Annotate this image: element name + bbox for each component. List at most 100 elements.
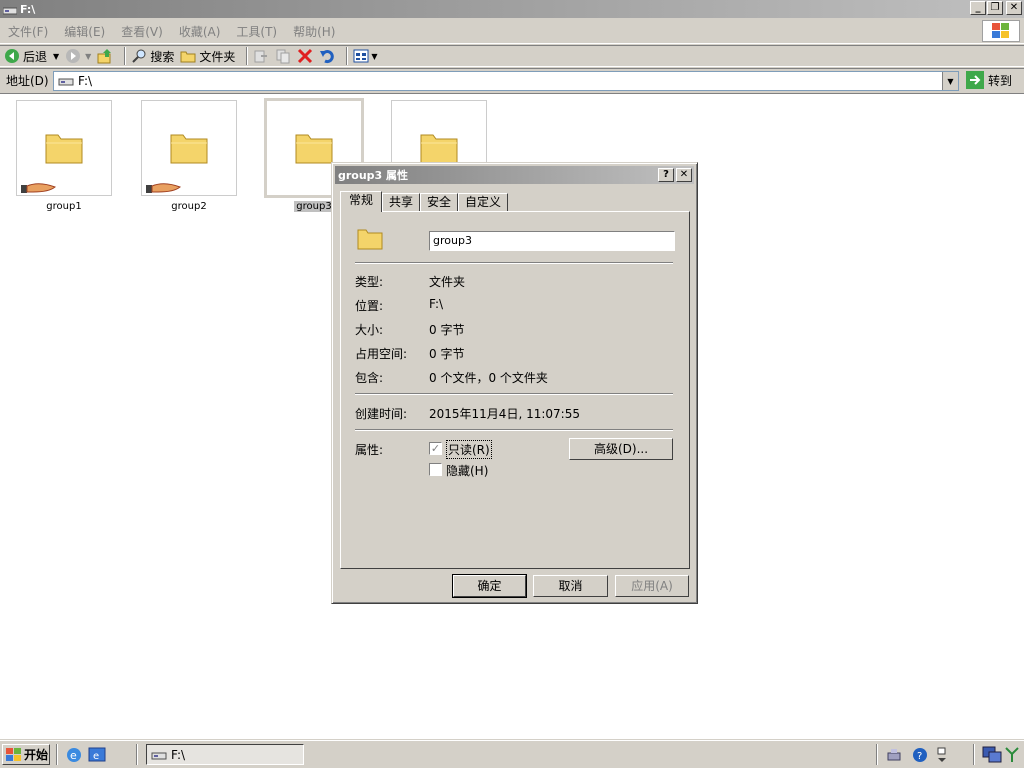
views-button[interactable]: ▼	[353, 48, 378, 64]
toolbar-separator	[246, 47, 249, 65]
dialog-close-button[interactable]: ✕	[676, 168, 692, 182]
ok-button[interactable]: 确定	[452, 574, 527, 598]
menu-view[interactable]: 查看(V)	[113, 23, 171, 40]
start-button[interactable]: 开始	[2, 744, 50, 765]
address-dropdown-button[interactable]: ▼	[942, 72, 958, 90]
created-value: 2015年11月4日, 11:07:55	[429, 407, 580, 421]
back-button[interactable]: 后退 ▼	[4, 48, 59, 65]
svg-text:e: e	[93, 751, 99, 762]
minimize-button[interactable]: _	[970, 1, 986, 15]
apply-button[interactable]: 应用(A)	[615, 575, 689, 597]
tab-general[interactable]: 常规	[340, 191, 383, 212]
go-label: 转到	[988, 73, 1013, 88]
search-icon	[132, 49, 146, 63]
shared-hand-icon	[21, 183, 56, 193]
menu-favorites[interactable]: 收藏(A)	[171, 23, 229, 40]
taskbar-separator	[973, 744, 975, 765]
location-value: F:\	[429, 297, 444, 311]
chevron-down-icon[interactable]: ▼	[53, 52, 59, 61]
search-button[interactable]: 搜索	[131, 48, 174, 65]
drive-icon	[58, 78, 74, 86]
readonly-label[interactable]: 只读(R)	[446, 440, 492, 459]
help-button[interactable]: ?	[658, 168, 674, 182]
folder-name-input[interactable]: group3	[429, 231, 675, 251]
tab-sharing[interactable]: 共享	[382, 193, 421, 211]
drive-icon	[151, 752, 167, 759]
go-arrow-icon	[966, 71, 984, 89]
size-on-disk-label: 占用空间:	[355, 347, 408, 361]
move-to-icon	[254, 50, 268, 63]
folder-icon	[420, 134, 458, 164]
system-tray: ?	[886, 744, 948, 765]
chevron-down-icon[interactable]: ▼	[371, 52, 377, 61]
size-label: 大小:	[355, 323, 384, 337]
folder-thumbnail	[16, 100, 112, 196]
menu-help[interactable]: 帮助(H)	[285, 23, 343, 40]
windows-logo-icon	[6, 747, 21, 761]
toolbar: 后退 ▼ ▼ 搜索 文件夹 ▼	[0, 45, 1024, 67]
dialog-titlebar: group3 属性 ? ✕	[335, 166, 694, 184]
internet-explorer-icon[interactable]: e	[65, 746, 83, 764]
up-folder-button[interactable]	[97, 48, 113, 64]
delete-x-icon	[298, 48, 313, 64]
undo-icon	[320, 50, 335, 64]
copy-to-button[interactable]	[275, 48, 291, 64]
menu-bar: 文件(F) 编辑(E) 查看(V) 收藏(A) 工具(T) 帮助(H)	[0, 19, 1024, 44]
up-folder-icon	[97, 49, 112, 64]
monitor-icon[interactable]	[982, 746, 1002, 764]
windows-logo-icon	[982, 20, 1020, 42]
folder-item-group1[interactable]: group1	[14, 100, 114, 212]
toolbar-separator	[346, 47, 349, 65]
folders-label: 文件夹	[199, 49, 236, 64]
divider	[355, 429, 673, 431]
readonly-checkbox[interactable]: ✓	[429, 442, 442, 455]
delete-button[interactable]	[297, 48, 313, 64]
menu-tools[interactable]: 工具(T)	[228, 23, 285, 40]
move-to-button[interactable]	[253, 48, 269, 64]
go-button[interactable]: 转到	[966, 71, 1012, 89]
menu-edit[interactable]: 编辑(E)	[56, 23, 113, 40]
close-button[interactable]: ✕	[1006, 1, 1022, 15]
properties-dialog: group3 属性 ? ✕ 常规 共享 安全 自定义 group3 类型: 文件…	[331, 162, 698, 604]
tab-strip: 常规 共享 安全 自定义	[340, 191, 509, 212]
folder-name: group2	[171, 201, 207, 212]
chevron-down-icon[interactable]: ▼	[85, 52, 91, 61]
tab-security[interactable]: 安全	[420, 193, 459, 211]
hidden-label[interactable]: 隐藏(H)	[446, 462, 488, 479]
views-icon	[353, 49, 369, 63]
toolbar-separator	[124, 47, 127, 65]
tray-scroll-icon[interactable]	[936, 747, 948, 763]
drive-icon	[2, 5, 18, 14]
folder-thumbnail	[141, 100, 237, 196]
tab-customize[interactable]: 自定义	[458, 193, 509, 211]
hidden-checkbox[interactable]	[429, 463, 442, 476]
undo-button[interactable]	[319, 48, 335, 64]
forward-button[interactable]: ▼	[65, 48, 91, 64]
menu-file[interactable]: 文件(F)	[0, 23, 56, 40]
location-label: 位置:	[355, 299, 384, 313]
forward-arrow-icon	[66, 49, 81, 63]
help-icon[interactable]: ?	[912, 747, 928, 763]
folder-icon	[180, 51, 196, 63]
restore-button[interactable]: ❐	[987, 1, 1003, 15]
address-input[interactable]: F:\ ▼	[53, 71, 959, 91]
address-value: F:\	[78, 74, 93, 88]
folder-item-group2[interactable]: group2	[139, 100, 239, 212]
taskbar-separator	[56, 744, 58, 765]
folder-icon	[170, 134, 208, 164]
advanced-button[interactable]: 高级(D)...	[569, 438, 673, 460]
svg-text:?: ?	[917, 751, 922, 762]
general-panel: group3 类型: 文件夹 位置: F:\ 大小: 0 字节 占用空间: 0 …	[340, 211, 690, 569]
folders-button[interactable]: 文件夹	[180, 48, 235, 65]
taskbar-window-button[interactable]: F:\	[146, 744, 304, 765]
shared-hand-icon	[146, 183, 181, 193]
network-icon[interactable]	[886, 747, 904, 763]
network-status-icon[interactable]	[1004, 746, 1020, 764]
divider	[355, 393, 673, 395]
size-value: 0 字节	[429, 323, 465, 337]
contains-label: 包含:	[355, 371, 384, 385]
show-desktop-icon[interactable]: e	[88, 746, 106, 764]
back-label: 后退	[23, 49, 48, 64]
cancel-button[interactable]: 取消	[533, 575, 608, 597]
taskbar-separator	[876, 744, 878, 765]
